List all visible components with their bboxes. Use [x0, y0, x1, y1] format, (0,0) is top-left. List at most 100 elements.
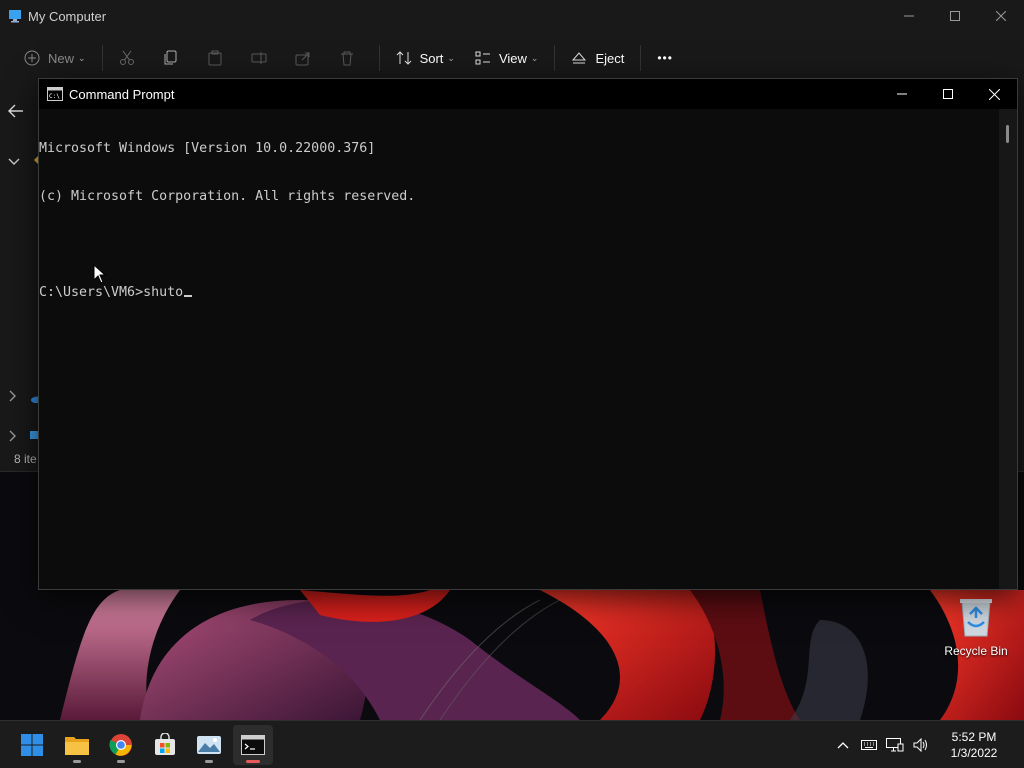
- item-count-status: 8 ite: [14, 452, 37, 466]
- explorer-command-bar: New ⌄ Sort ⌄ View ⌄ Eject •••: [0, 40, 1024, 76]
- copy-button[interactable]: [153, 43, 197, 73]
- sort-icon: [396, 51, 411, 65]
- recycle-bin-shortcut[interactable]: Recycle Bin: [940, 596, 1012, 666]
- toolbar-divider: [554, 45, 556, 71]
- trash-icon: [340, 51, 353, 66]
- eject-label: Eject: [595, 50, 625, 66]
- explorer-window-controls: [886, 0, 1024, 32]
- touch-keyboard-button[interactable]: [856, 739, 882, 751]
- taskbar-file-explorer[interactable]: [57, 725, 97, 765]
- taskbar-chrome[interactable]: [101, 725, 141, 765]
- new-label: New: [48, 50, 75, 66]
- file-explorer-icon: [65, 737, 89, 755]
- running-indicator: [73, 760, 81, 763]
- quick-access-expander[interactable]: [8, 156, 20, 170]
- more-options-button[interactable]: •••: [647, 43, 683, 73]
- taskbar-command-prompt[interactable]: [233, 725, 273, 765]
- maximize-button[interactable]: [925, 79, 971, 109]
- clock[interactable]: 5:52 PM 1/3/2022: [934, 729, 1014, 761]
- close-button[interactable]: [978, 0, 1024, 32]
- network-icon: [886, 738, 904, 752]
- explorer-titlebar[interactable]: My Computer: [0, 0, 1024, 32]
- chevron-down-icon: ⌄: [530, 52, 539, 63]
- close-icon: [996, 11, 1006, 21]
- taskbar-store[interactable]: [145, 725, 185, 765]
- command-prompt-icon: C:\: [47, 87, 63, 101]
- this-pc-expander[interactable]: [8, 430, 18, 445]
- star-icon: [28, 154, 38, 171]
- share-icon: [295, 52, 310, 66]
- chevron-down-icon: ⌄: [78, 52, 86, 63]
- rename-icon: [251, 52, 267, 64]
- console-line: (c) Microsoft Corporation. All rights re…: [39, 189, 416, 204]
- share-button[interactable]: [285, 43, 329, 73]
- start-icon: [21, 734, 43, 756]
- eject-icon: [572, 52, 587, 64]
- taskbar: 5:52 PM 1/3/2022: [0, 720, 1024, 768]
- store-icon: [155, 733, 175, 755]
- taskbar-photos[interactable]: [189, 725, 229, 765]
- maximize-icon: [943, 89, 953, 99]
- clock-date: 1/3/2022: [950, 746, 998, 760]
- explorer-nav-pane: [0, 96, 45, 476]
- chevron-right-icon: [9, 430, 16, 442]
- sort-label: Sort: [419, 50, 444, 66]
- toolbar-divider: [101, 45, 103, 71]
- network-button[interactable]: [882, 738, 908, 752]
- console-output[interactable]: Microsoft Windows [Version 10.0.22000.37…: [39, 109, 999, 589]
- start-button[interactable]: [12, 725, 52, 765]
- console-input-line[interactable]: C:\Users\VM6>shuto: [39, 285, 999, 301]
- toolbar-divider: [640, 45, 642, 71]
- command-prompt-icon: [241, 735, 265, 755]
- view-button[interactable]: View ⌄: [465, 43, 549, 73]
- minimize-button[interactable]: [886, 0, 932, 32]
- maximize-icon: [950, 11, 960, 21]
- keyboard-icon: [861, 740, 877, 750]
- explorer-title: My Computer: [28, 8, 107, 24]
- volume-icon: [913, 738, 927, 752]
- onedrive-icon: [30, 392, 45, 406]
- view-label: View: [498, 50, 527, 66]
- back-button[interactable]: [8, 104, 24, 121]
- scrollbar-thumb[interactable]: [1006, 125, 1009, 143]
- cmd-titlebar[interactable]: C:\ Command Prompt: [39, 79, 1017, 109]
- toolbar-divider: [378, 45, 380, 71]
- chrome-icon: [109, 734, 132, 756]
- chevron-down-icon: [8, 158, 20, 165]
- maximize-button[interactable]: [932, 0, 978, 32]
- close-button[interactable]: [971, 79, 1017, 109]
- onedrive-expander[interactable]: [8, 390, 18, 405]
- paste-icon: [208, 50, 222, 66]
- delete-button[interactable]: [329, 43, 373, 73]
- paste-button[interactable]: [197, 43, 241, 73]
- console-line: Microsoft Windows [Version 10.0.22000.37…: [39, 141, 376, 156]
- console-scrollbar[interactable]: [999, 109, 1017, 589]
- console-prompt-text: C:\Users\VM6>shuto: [39, 285, 184, 300]
- view-list-icon: [475, 51, 490, 65]
- mouse-pointer-icon: [93, 264, 107, 284]
- clock-time: 5:52 PM: [951, 730, 997, 744]
- more-options-icon: •••: [657, 51, 673, 65]
- recycle-bin-label: Recycle Bin: [944, 644, 1008, 658]
- rename-button[interactable]: [241, 43, 285, 73]
- eject-button[interactable]: Eject: [561, 43, 634, 73]
- cmd-title: Command Prompt: [69, 86, 175, 102]
- recycle-bin-icon: [960, 599, 992, 637]
- chevron-right-icon: [9, 390, 16, 402]
- this-pc-icon: [30, 430, 40, 445]
- sort-button[interactable]: Sort ⌄: [386, 43, 465, 73]
- copy-icon: [164, 50, 177, 65]
- system-tray: 5:52 PM 1/3/2022: [830, 721, 1024, 768]
- computer-icon: [9, 10, 21, 23]
- command-prompt-window: C:\ Command Prompt Microsoft Windows [Ve…: [38, 78, 1018, 590]
- photos-icon: [197, 736, 221, 754]
- minimize-icon: [897, 93, 907, 95]
- volume-button[interactable]: [908, 738, 934, 752]
- new-button[interactable]: New ⌄: [14, 43, 96, 73]
- show-hidden-icons-button[interactable]: [830, 741, 856, 749]
- minimize-button[interactable]: [879, 79, 925, 109]
- cmd-window-controls: [879, 79, 1017, 109]
- chevron-up-icon: [837, 742, 849, 749]
- cut-button[interactable]: [109, 43, 153, 73]
